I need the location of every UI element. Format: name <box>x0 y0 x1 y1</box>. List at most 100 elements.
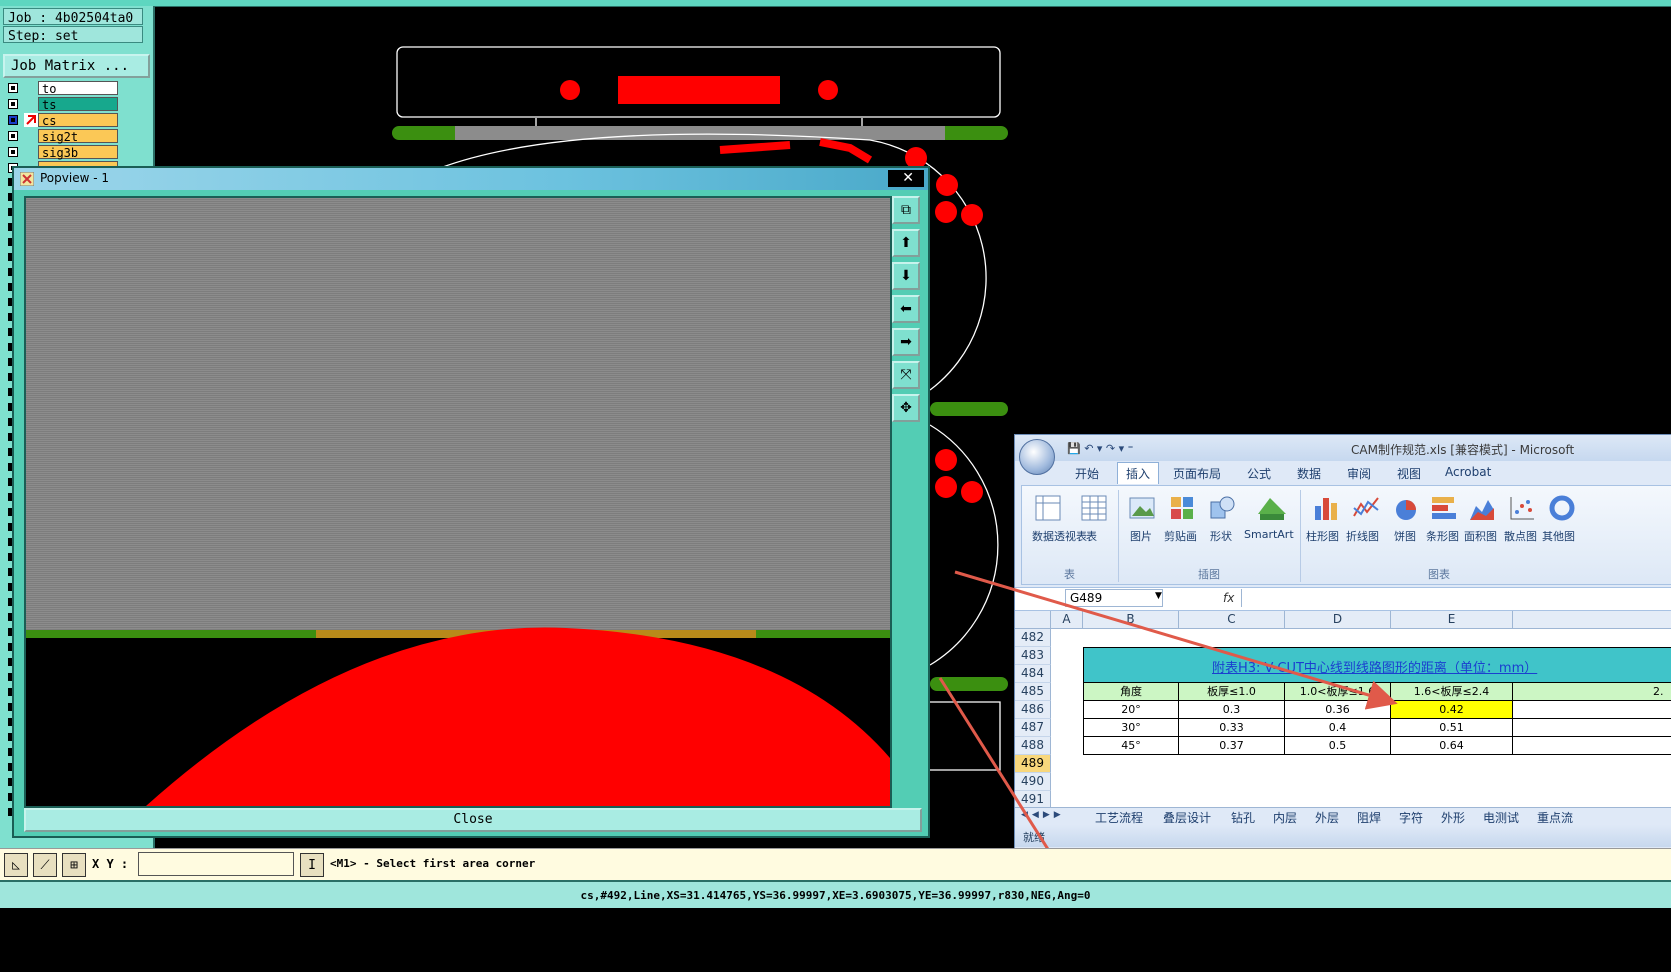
sheet-tab[interactable]: 电测试 <box>1483 809 1519 826</box>
layer-row-sig3b[interactable]: sig3b <box>0 144 150 160</box>
chevron-down-icon[interactable]: ▼ <box>1155 591 1162 601</box>
row-header[interactable]: 486 <box>1015 701 1051 719</box>
area-chart-icon[interactable] <box>1468 494 1496 522</box>
table-cell[interactable]: 0.51 <box>1391 719 1513 737</box>
layer-checkbox[interactable] <box>8 131 18 141</box>
sheet-tab[interactable]: 字符 <box>1399 809 1423 826</box>
popview-canvas[interactable] <box>24 196 892 808</box>
row-header-selected[interactable]: 489 <box>1015 755 1051 773</box>
table-icon[interactable] <box>1080 494 1108 522</box>
fx-icon[interactable]: fx <box>1223 591 1234 605</box>
column-header[interactable]: C <box>1179 611 1285 629</box>
layer-checkbox[interactable] <box>8 83 18 93</box>
close-icon[interactable]: ✕ <box>888 170 924 187</box>
measure-icon[interactable]: ⟋ <box>33 853 57 877</box>
table-cell[interactable]: 0.64 <box>1391 737 1513 755</box>
sheet-tab[interactable]: 阻焊 <box>1357 809 1381 826</box>
tab-view[interactable]: 视图 <box>1397 465 1421 482</box>
row-header[interactable]: 485 <box>1015 683 1051 701</box>
select-all-corner[interactable] <box>1015 611 1051 629</box>
tab-page-layout[interactable]: 页面布局 <box>1173 465 1221 482</box>
clip-art-icon[interactable] <box>1168 494 1196 522</box>
name-box[interactable]: G489 <box>1065 589 1163 607</box>
tab-formulas[interactable]: 公式 <box>1247 465 1271 482</box>
layer-row-cs[interactable]: cs <box>0 112 150 128</box>
table-cell[interactable] <box>1513 719 1671 737</box>
table-cell[interactable] <box>1513 737 1671 755</box>
layer-row-to[interactable]: to <box>0 80 150 96</box>
other-charts-icon[interactable] <box>1548 494 1576 522</box>
sheet-tab[interactable]: 重点流 <box>1537 809 1573 826</box>
table-title-banner[interactable]: 附表H3: V-CUT中心线到线路图形的距离（单位：mm） <box>1083 647 1671 683</box>
sheet-tab[interactable]: 外层 <box>1315 809 1339 826</box>
row-header[interactable]: 490 <box>1015 773 1051 791</box>
cursor-icon[interactable]: I <box>300 853 324 877</box>
tab-data[interactable]: 数据 <box>1297 465 1321 482</box>
sheet-nav-icon[interactable]: ◀◀▶▶ <box>1021 810 1065 820</box>
sheet-tab[interactable]: 外形 <box>1441 809 1465 826</box>
job-matrix-button[interactable]: Job Matrix ... <box>3 54 150 78</box>
pie-chart-icon[interactable] <box>1392 494 1420 522</box>
table-cell[interactable] <box>1513 701 1671 719</box>
table-cell[interactable]: 0.33 <box>1179 719 1285 737</box>
table-header-cell[interactable]: 1.0<板厚≤1.6 <box>1285 683 1391 701</box>
column-header[interactable]: B <box>1083 611 1179 629</box>
quick-access-toolbar[interactable]: 💾 ↶ ▾ ↷ ▾ ⁼ <box>1067 442 1133 455</box>
table-cell[interactable]: 0.3 <box>1179 701 1285 719</box>
zoom-window-icon[interactable]: ⧉ <box>892 196 920 224</box>
xy-input[interactable] <box>138 852 294 876</box>
column-header[interactable] <box>1513 611 1671 629</box>
column-header[interactable]: E <box>1391 611 1513 629</box>
table-cell[interactable]: 45° <box>1083 737 1179 755</box>
row-header[interactable]: 484 <box>1015 665 1051 683</box>
table-cell[interactable]: 30° <box>1083 719 1179 737</box>
table-cell[interactable]: 0.4 <box>1285 719 1391 737</box>
zoom-fit-icon[interactable]: ⤧ <box>892 361 920 389</box>
table-header-cell[interactable]: 角度 <box>1083 683 1179 701</box>
row-header[interactable]: 483 <box>1015 647 1051 665</box>
table-header-cell[interactable]: 板厚≤1.0 <box>1179 683 1285 701</box>
layer-row-ts[interactable]: ts <box>0 96 150 112</box>
sheet-tab[interactable]: 内层 <box>1273 809 1297 826</box>
popview-close-button[interactable]: Close <box>24 808 922 832</box>
row-header[interactable]: 488 <box>1015 737 1051 755</box>
layer-checkbox[interactable] <box>8 147 18 157</box>
spreadsheet-grid[interactable]: A B C D E 482 483 484 485 486 487 488 48… <box>1015 611 1671 809</box>
table-header-cell[interactable]: 2. <box>1513 683 1671 701</box>
scatter-chart-icon[interactable] <box>1508 494 1536 522</box>
table-cell[interactable]: 0.36 <box>1285 701 1391 719</box>
zoom-home-icon[interactable]: ✥ <box>892 394 920 422</box>
bar-chart-icon[interactable] <box>1430 494 1458 522</box>
column-header[interactable]: D <box>1285 611 1391 629</box>
tab-acrobat[interactable]: Acrobat <box>1445 465 1491 479</box>
snap-icon[interactable]: ◺ <box>4 853 28 877</box>
smartart-icon[interactable] <box>1254 494 1290 522</box>
table-cell[interactable]: 0.5 <box>1285 737 1391 755</box>
column-chart-icon[interactable] <box>1312 494 1340 522</box>
table-cell-highlighted[interactable]: 0.42 <box>1391 701 1513 719</box>
pan-up-icon[interactable]: ⬆ <box>892 229 920 257</box>
sheet-tab[interactable]: 钻孔 <box>1231 809 1255 826</box>
pan-down-icon[interactable]: ⬇ <box>892 262 920 290</box>
pivot-table-icon[interactable] <box>1034 494 1062 522</box>
table-cell[interactable]: 0.37 <box>1179 737 1285 755</box>
tab-review[interactable]: 审阅 <box>1347 465 1371 482</box>
table-cell[interactable]: 20° <box>1083 701 1179 719</box>
table-title-link[interactable]: 附表H3: V-CUT中心线到线路图形的距离（单位：mm） <box>1212 657 1537 676</box>
formula-input[interactable] <box>1241 589 1671 607</box>
pan-left-icon[interactable]: ⬅ <box>892 295 920 323</box>
layer-checkbox[interactable] <box>8 115 18 125</box>
popview-titlebar[interactable]: Popview - 1 ✕ <box>14 168 928 190</box>
grid-icon[interactable]: ⊞ <box>62 853 86 877</box>
layer-row-sig2t[interactable]: sig2t <box>0 128 150 144</box>
tab-home[interactable]: 开始 <box>1075 465 1099 482</box>
layer-checkbox[interactable] <box>8 99 18 109</box>
row-header[interactable]: 487 <box>1015 719 1051 737</box>
picture-icon[interactable] <box>1128 494 1156 522</box>
shapes-icon[interactable] <box>1208 494 1236 522</box>
sheet-tab[interactable]: 叠层设计 <box>1163 809 1211 826</box>
tab-insert[interactable]: 插入 <box>1117 462 1160 484</box>
sheet-tab[interactable]: 工艺流程 <box>1095 809 1143 826</box>
table-header-cell[interactable]: 1.6<板厚≤2.4 <box>1391 683 1513 701</box>
column-header[interactable]: A <box>1051 611 1083 629</box>
